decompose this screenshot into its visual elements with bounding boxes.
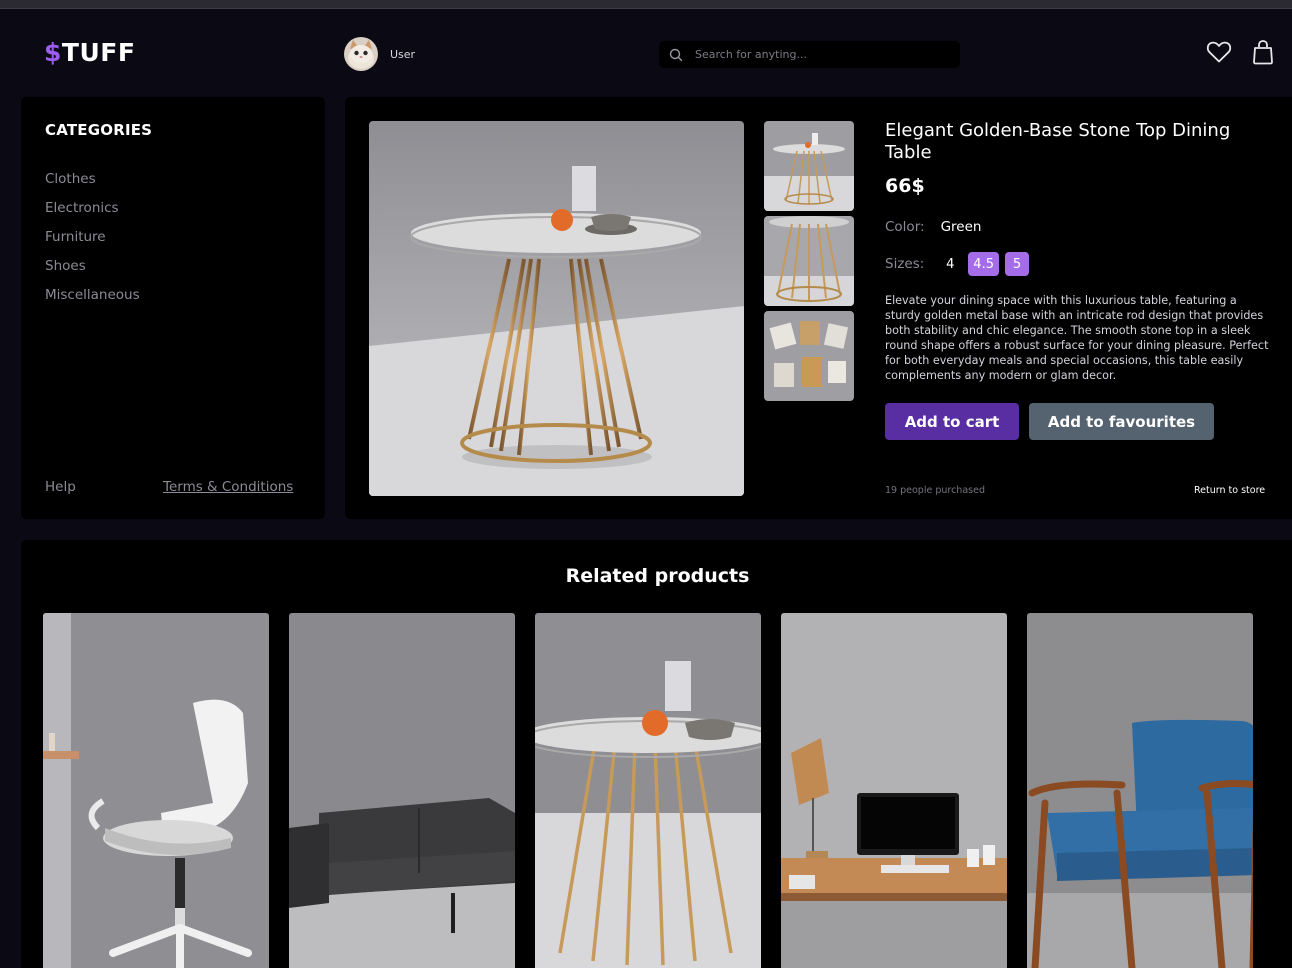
product-detail: Elegant Golden-Base Stone Top Dining Tab… <box>345 97 1292 519</box>
search-icon <box>669 48 683 62</box>
product-thumbnail-2[interactable] <box>764 216 854 306</box>
help-link[interactable]: Help <box>45 479 76 495</box>
categories-title: CATEGORIES <box>45 121 153 139</box>
user-name: User <box>390 47 416 61</box>
search-bar[interactable] <box>659 41 960 68</box>
search-input[interactable] <box>695 48 935 61</box>
categories-list: Clothes Electronics Furniture Shoes Misc… <box>45 171 140 316</box>
size-option-4[interactable]: 4 <box>938 252 962 276</box>
related-product-card[interactable] <box>781 613 1007 968</box>
product-sizes: Sizes: 4 4.5 5 <box>885 252 1029 276</box>
product-color: Color: Green <box>885 219 981 235</box>
related-product-card[interactable] <box>43 613 269 968</box>
product-title: Elegant Golden-Base Stone Top Dining Tab… <box>885 120 1231 163</box>
category-furniture[interactable]: Furniture <box>45 229 140 258</box>
related-product-card[interactable] <box>1027 613 1253 968</box>
related-products-section: Related products <box>21 540 1292 968</box>
avatar <box>344 37 378 71</box>
shopping-bag-icon[interactable] <box>1252 39 1274 65</box>
size-option-5[interactable]: 5 <box>1004 252 1029 276</box>
color-value: Green <box>940 219 982 235</box>
return-to-store-link[interactable]: Return to store <box>1194 485 1265 496</box>
logo[interactable]: $TUFF <box>44 38 135 67</box>
related-product-card[interactable] <box>535 613 761 968</box>
add-to-favourites-button[interactable]: Add to favourites <box>1029 403 1214 440</box>
size-option-4-5[interactable]: 4.5 <box>968 252 999 276</box>
related-product-card[interactable] <box>289 613 515 968</box>
category-electronics[interactable]: Electronics <box>45 200 140 229</box>
category-miscellaneous[interactable]: Miscellaneous <box>45 287 140 316</box>
terms-link[interactable]: Terms & Conditions <box>163 479 293 495</box>
product-main-image <box>369 121 744 496</box>
product-price: 66$ <box>885 175 925 197</box>
product-thumbnail-3[interactable] <box>764 311 854 401</box>
heart-icon[interactable] <box>1206 40 1232 64</box>
window-top-bar <box>0 0 1292 9</box>
category-clothes[interactable]: Clothes <box>45 171 140 200</box>
product-thumbnail-1[interactable] <box>764 121 854 211</box>
product-description: Elevate your dining space with this luxu… <box>885 294 1269 382</box>
related-products-title: Related products <box>565 565 750 587</box>
color-label: Color: <box>885 219 925 235</box>
categories-sidebar: CATEGORIES Clothes Electronics Furniture… <box>21 97 325 519</box>
category-shoes[interactable]: Shoes <box>45 258 140 287</box>
user-profile[interactable]: User <box>344 37 415 71</box>
sizes-label: Sizes: <box>885 256 925 272</box>
purchase-count: 19 people purchased <box>885 485 985 496</box>
add-to-cart-button[interactable]: Add to cart <box>885 403 1019 440</box>
